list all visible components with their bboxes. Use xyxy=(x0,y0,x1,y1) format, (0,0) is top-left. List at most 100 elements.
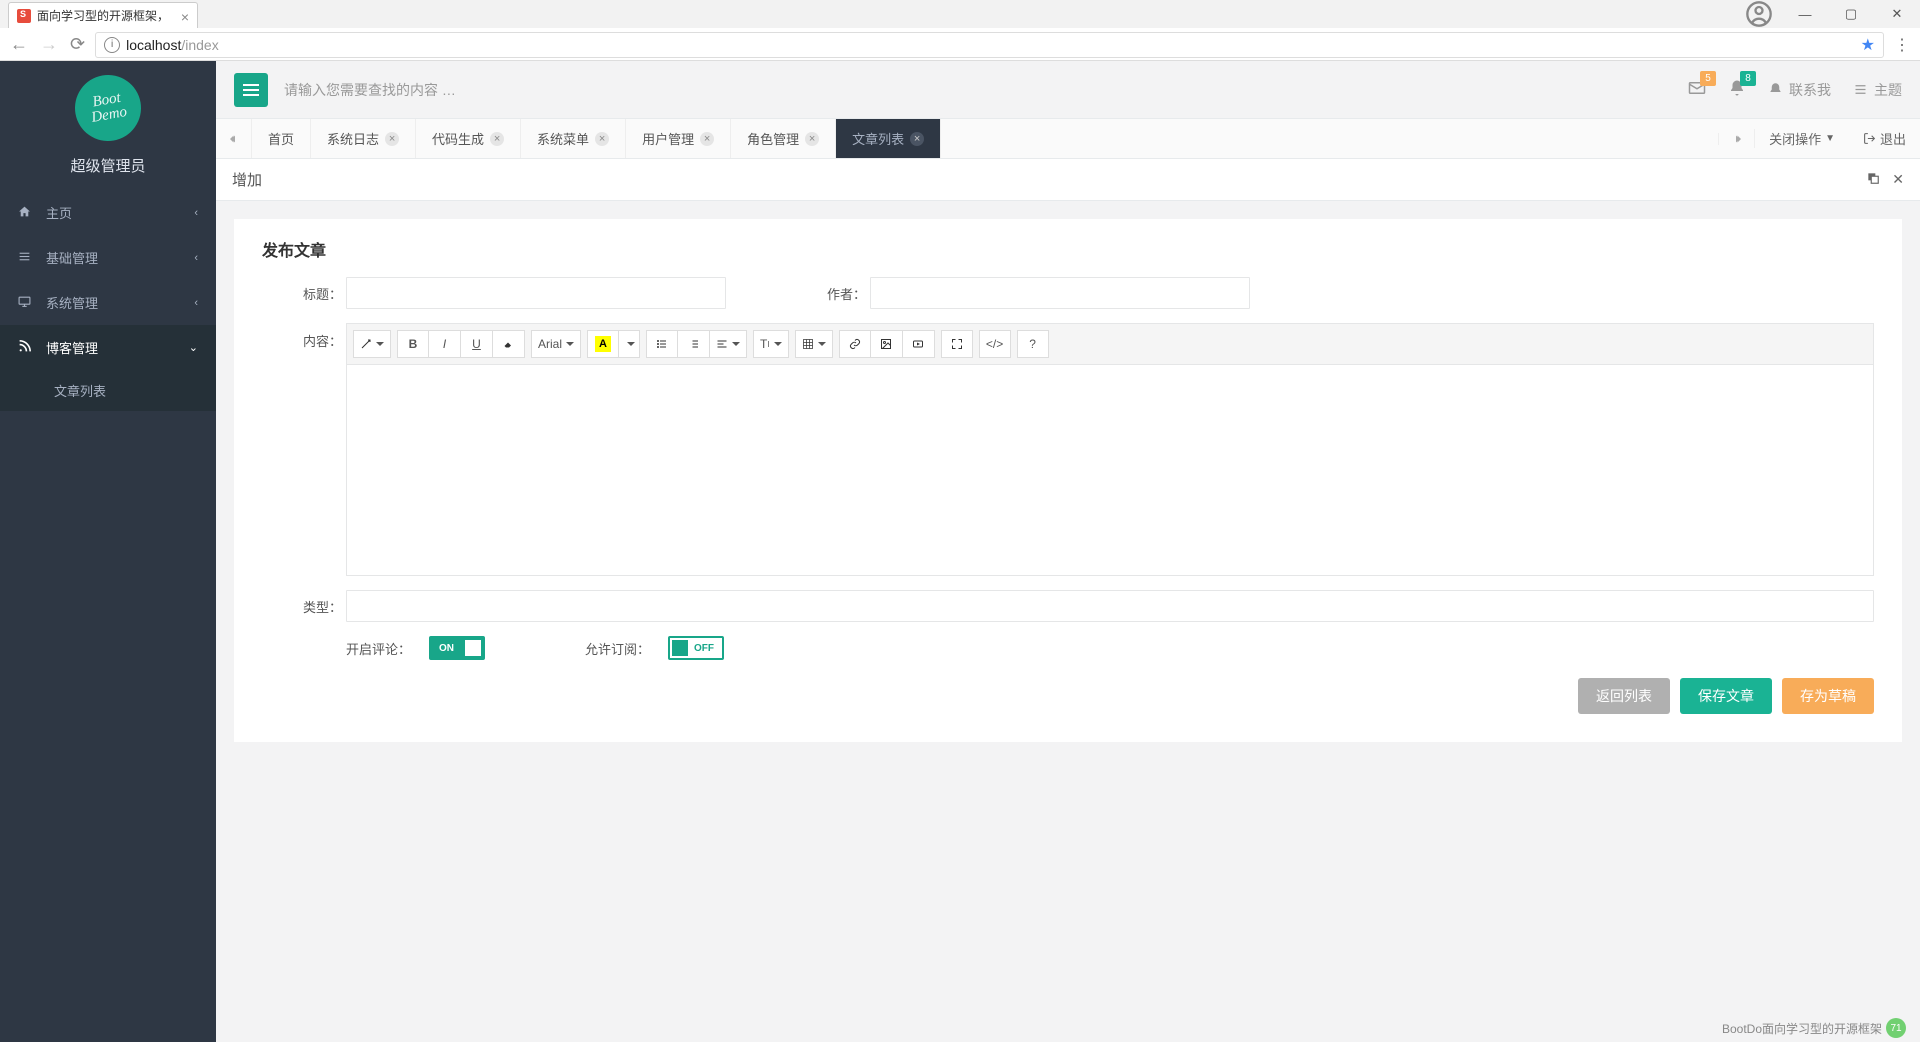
logout-link[interactable]: 退出 xyxy=(1849,129,1920,148)
tab-actions: 关闭操作 ▼ 退出 xyxy=(1718,119,1920,158)
code-button[interactable]: </> xyxy=(979,330,1011,358)
sidebar-submenu-blog: 文章列表 xyxy=(0,370,216,411)
tab-articles[interactable]: 文章列表× xyxy=(836,119,941,158)
close-panel-icon[interactable]: ✕ xyxy=(1892,171,1904,188)
magic-tool-button[interactable] xyxy=(353,330,391,358)
menu-toggle-button[interactable] xyxy=(234,73,268,107)
search-input[interactable]: 请输入您需要查找的内容 … xyxy=(284,80,456,100)
address-path: /index xyxy=(181,37,218,53)
allow-subscribe-toggle[interactable]: OFF xyxy=(668,636,724,660)
app-root: BootDemo 超级管理员 主页 ‹ 基础管理 ‹ xyxy=(0,61,1920,1042)
back-button[interactable]: 返回列表 xyxy=(1578,678,1670,714)
label-content: 内容： xyxy=(262,323,346,350)
close-icon[interactable]: × xyxy=(181,9,189,25)
font-size-button[interactable]: TI xyxy=(753,330,789,358)
form-row-switches: 开启评论： ON 允许订阅： OFF xyxy=(262,636,1874,660)
close-icon[interactable]: × xyxy=(805,132,819,146)
save-button[interactable]: 保存文章 xyxy=(1680,678,1772,714)
nav-arrows: ← → ⟳ xyxy=(10,34,85,55)
italic-button[interactable]: I xyxy=(429,330,461,358)
topbar: 请输入您需要查找的内容 … 5 8 联系我 主题 xyxy=(216,61,1920,119)
contact-link[interactable]: 联系我 xyxy=(1768,80,1831,100)
form-row-type: 类型： xyxy=(262,590,1874,622)
tab-scroll-left[interactable] xyxy=(216,119,252,158)
chevron-left-icon: ‹ xyxy=(194,207,198,219)
sidebar-subitem-label: 文章列表 xyxy=(54,384,106,399)
align-button[interactable] xyxy=(710,330,747,358)
video-button[interactable] xyxy=(903,330,935,358)
back-icon[interactable]: ← xyxy=(10,34,28,55)
font-color-button[interactable]: A xyxy=(587,330,619,358)
user-icon[interactable] xyxy=(1736,0,1782,28)
author-input[interactable] xyxy=(870,277,1250,309)
logo-circle: BootDemo xyxy=(70,70,146,146)
favicon-icon xyxy=(17,9,31,23)
info-icon: i xyxy=(104,37,120,53)
panel-header: 增加 ✕ xyxy=(216,159,1920,201)
maximize-panel-icon[interactable] xyxy=(1866,171,1880,188)
address-input[interactable]: i localhost/index ★ xyxy=(95,32,1884,58)
font-family-select[interactable]: Arial xyxy=(531,330,581,358)
form-card: 发布文章 标题： 作者： 内容： xyxy=(234,219,1902,742)
tab-usermgmt[interactable]: 用户管理× xyxy=(626,119,731,158)
sidebar: BootDemo 超级管理员 主页 ‹ 基础管理 ‹ xyxy=(0,61,216,1042)
close-icon[interactable]: × xyxy=(385,132,399,146)
sidebar-item-home[interactable]: 主页 ‹ xyxy=(0,190,216,235)
rss-icon xyxy=(18,340,38,356)
reload-icon[interactable]: ⟳ xyxy=(70,34,85,55)
link-button[interactable] xyxy=(839,330,871,358)
tab-rolemgmt[interactable]: 角色管理× xyxy=(731,119,836,158)
browser-menu-icon[interactable]: ⋮ xyxy=(1894,35,1910,55)
fullscreen-button[interactable] xyxy=(941,330,973,358)
sidebar-item-label: 主页 xyxy=(46,203,72,222)
minimize-icon[interactable]: — xyxy=(1782,0,1828,28)
maximize-icon[interactable]: ▢ xyxy=(1828,0,1874,28)
panel-title: 增加 xyxy=(232,169,262,190)
bold-button[interactable]: B xyxy=(397,330,429,358)
close-ops-dropdown[interactable]: 关闭操作 ▼ xyxy=(1754,129,1849,148)
tab-label: 系统日志 xyxy=(327,129,379,148)
draft-button[interactable]: 存为草稿 xyxy=(1782,678,1874,714)
bookmark-star-icon[interactable]: ★ xyxy=(1861,35,1875,55)
list-ol-button[interactable] xyxy=(678,330,710,358)
mail-button[interactable]: 5 xyxy=(1688,79,1706,100)
tab-label: 系统菜单 xyxy=(537,129,589,148)
label-author: 作者： xyxy=(786,284,870,303)
tab-codegen[interactable]: 代码生成 × xyxy=(416,119,521,158)
editor-body[interactable] xyxy=(347,365,1873,575)
label-allow-subscribe: 允许订阅： xyxy=(585,639,650,658)
close-icon[interactable]: × xyxy=(910,132,924,146)
forward-icon[interactable]: → xyxy=(40,34,58,55)
close-icon[interactable]: × xyxy=(700,132,714,146)
close-icon[interactable]: × xyxy=(595,132,609,146)
underline-button[interactable]: U xyxy=(461,330,493,358)
footer-text: BootDo面向学习型的开源框架 xyxy=(1722,1020,1882,1037)
theme-label: 主题 xyxy=(1874,80,1902,100)
tab-syslog[interactable]: 系统日志 × xyxy=(311,119,416,158)
sidebar-item-blog[interactable]: 博客管理 ⌄ xyxy=(0,325,216,370)
help-button[interactable]: ? xyxy=(1017,330,1049,358)
list-ul-button[interactable] xyxy=(646,330,678,358)
tab-label: 代码生成 xyxy=(432,129,484,148)
tab-home[interactable]: 首页 xyxy=(252,119,311,158)
font-color-more[interactable] xyxy=(619,330,640,358)
type-input[interactable] xyxy=(346,590,1874,622)
title-input[interactable] xyxy=(346,277,726,309)
sidebar-item-system[interactable]: 系统管理 ‹ xyxy=(0,280,216,325)
browser-tab[interactable]: 面向学习型的开源框架， × xyxy=(8,2,198,28)
sidebar-item-basic[interactable]: 基础管理 ‹ xyxy=(0,235,216,280)
erase-button[interactable] xyxy=(493,330,525,358)
tab-sysmenu[interactable]: 系统菜单 × xyxy=(521,119,626,158)
desktop-icon xyxy=(18,295,38,311)
close-icon[interactable]: × xyxy=(490,132,504,146)
window-controls: — ▢ ✕ xyxy=(1728,0,1920,28)
window-close-icon[interactable]: ✕ xyxy=(1874,0,1920,28)
image-button[interactable] xyxy=(871,330,903,358)
rich-text-editor: B I U Arial A xyxy=(346,323,1874,576)
table-button[interactable] xyxy=(795,330,833,358)
enable-comment-toggle[interactable]: ON xyxy=(429,636,485,660)
tab-scroll-right[interactable] xyxy=(1718,133,1754,145)
sidebar-subitem-article-list[interactable]: 文章列表 xyxy=(0,370,216,411)
notifications-button[interactable]: 8 xyxy=(1728,79,1746,100)
theme-link[interactable]: 主题 xyxy=(1853,80,1902,100)
